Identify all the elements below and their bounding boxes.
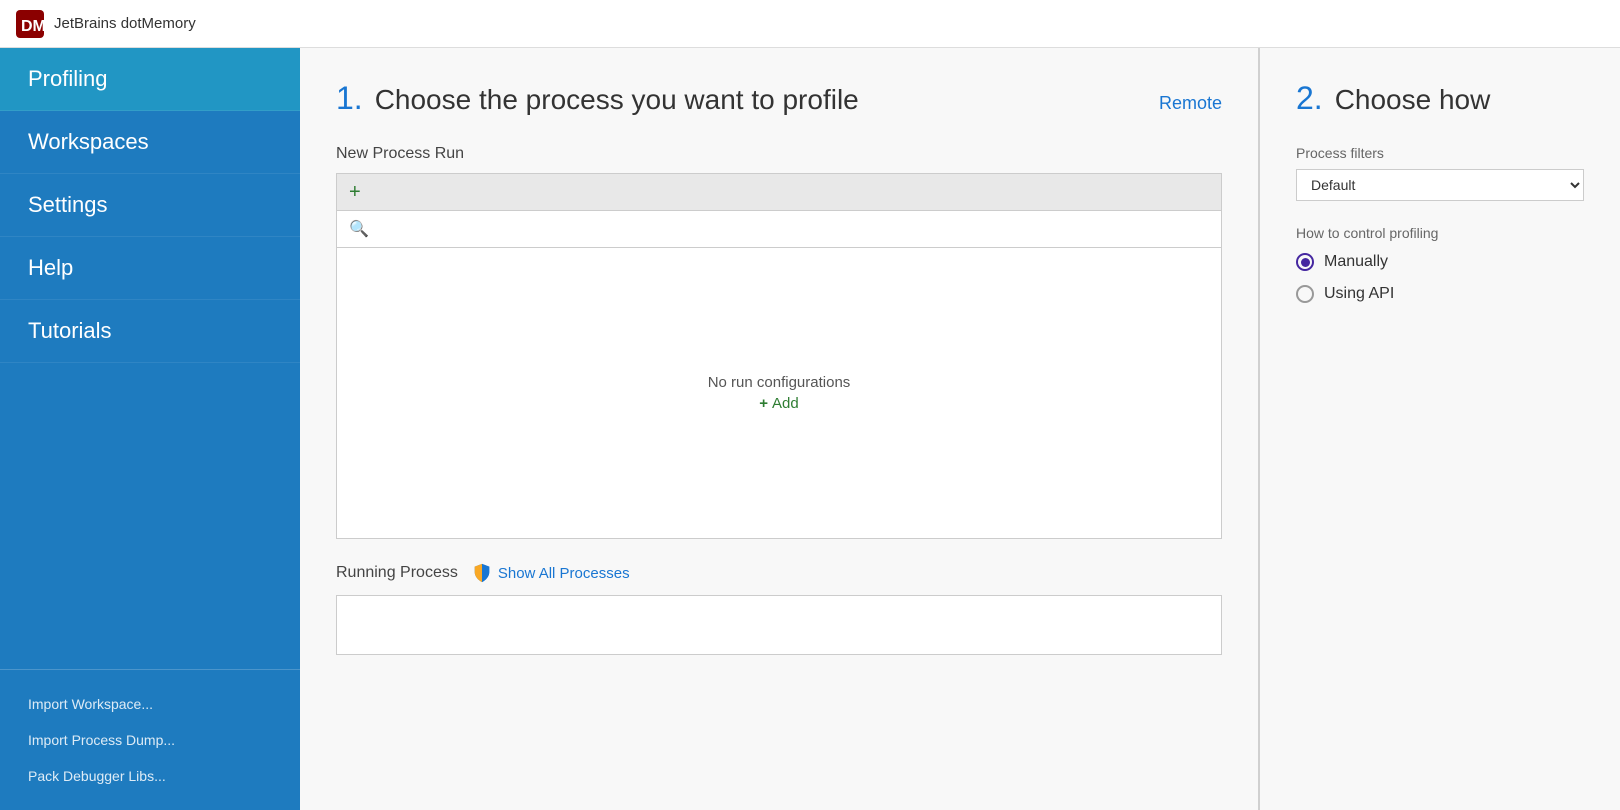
add-config-button[interactable]: + <box>349 182 361 202</box>
sidebar-item-profiling[interactable]: Profiling <box>0 48 300 111</box>
shield-icon <box>472 563 492 583</box>
config-box: + 🔍 No run configurations + Add <box>336 173 1222 539</box>
sidebar-item-workspaces-label: Workspaces <box>28 129 149 155</box>
config-search-bar: 🔍 <box>337 211 1221 248</box>
sidebar: Profiling Workspaces Settings Help Tutor… <box>0 48 300 810</box>
sidebar-item-tutorials[interactable]: Tutorials <box>0 300 300 363</box>
radio-manually-btn[interactable] <box>1296 253 1314 271</box>
config-search-input[interactable] <box>377 221 1209 237</box>
sidebar-item-workspaces[interactable]: Workspaces <box>0 111 300 174</box>
radio-manually-label: Manually <box>1324 253 1388 271</box>
step2-number: 2. <box>1296 80 1323 117</box>
running-section-title: Running Process <box>336 564 458 582</box>
step1-panel: 1. Choose the process you want to profil… <box>300 48 1260 810</box>
sidebar-footer-import-workspace[interactable]: Import Workspace... <box>0 686 300 722</box>
radio-manually[interactable]: Manually <box>1296 253 1584 271</box>
config-empty-state: No run configurations + Add <box>337 248 1221 538</box>
process-filters-select[interactable]: Default <box>1296 169 1584 201</box>
sidebar-item-help[interactable]: Help <box>0 237 300 300</box>
step2-header: 2. Choose how <box>1296 80 1584 117</box>
sidebar-item-help-label: Help <box>28 255 73 281</box>
no-configs-text: No run configurations <box>708 374 851 391</box>
sidebar-item-profiling-label: Profiling <box>28 66 107 92</box>
radio-using-api-btn[interactable] <box>1296 285 1314 303</box>
app-logo: DM <box>16 10 44 38</box>
search-icon: 🔍 <box>349 219 369 239</box>
step1-header: 1. Choose the process you want to profil… <box>336 80 1222 117</box>
titlebar: DM JetBrains dotMemory <box>0 0 1620 48</box>
radio-using-api[interactable]: Using API <box>1296 285 1584 303</box>
new-process-section-header: New Process Run <box>336 145 1222 163</box>
sidebar-footer-import-process-dump[interactable]: Import Process Dump... <box>0 722 300 758</box>
step1-number: 1. <box>336 80 363 117</box>
sidebar-item-tutorials-label: Tutorials <box>28 318 112 344</box>
add-plus-icon: + <box>759 395 768 412</box>
sidebar-footer: Import Workspace... Import Process Dump.… <box>0 669 300 810</box>
sidebar-nav: Profiling Workspaces Settings Help Tutor… <box>0 48 300 669</box>
step2-title: Choose how <box>1335 84 1491 116</box>
control-profiling-label: How to control profiling <box>1296 225 1584 241</box>
step1-title: Choose the process you want to profile <box>375 84 859 116</box>
sidebar-item-settings-label: Settings <box>28 192 108 218</box>
sidebar-footer-pack-debugger-libs[interactable]: Pack Debugger Libs... <box>0 758 300 794</box>
radio-using-api-label: Using API <box>1324 285 1394 303</box>
show-all-label: Show All Processes <box>498 565 630 582</box>
app-title: JetBrains dotMemory <box>54 15 196 32</box>
content-area: 1. Choose the process you want to profil… <box>300 48 1620 810</box>
step2-panel: 2. Choose how Process filters Default Ho… <box>1260 48 1620 810</box>
running-process-table <box>336 595 1222 655</box>
radio-manually-dot <box>1301 258 1310 267</box>
add-config-link[interactable]: + Add <box>759 395 798 412</box>
remote-link[interactable]: Remote <box>1159 93 1222 114</box>
running-section-header: Running Process Show All Processes <box>336 563 1222 583</box>
show-all-processes-link[interactable]: Show All Processes <box>472 563 630 583</box>
process-filters-label: Process filters <box>1296 145 1584 161</box>
config-toolbar: + <box>337 174 1221 211</box>
sidebar-item-settings[interactable]: Settings <box>0 174 300 237</box>
main-layout: Profiling Workspaces Settings Help Tutor… <box>0 48 1620 810</box>
svg-text:DM: DM <box>21 18 44 35</box>
